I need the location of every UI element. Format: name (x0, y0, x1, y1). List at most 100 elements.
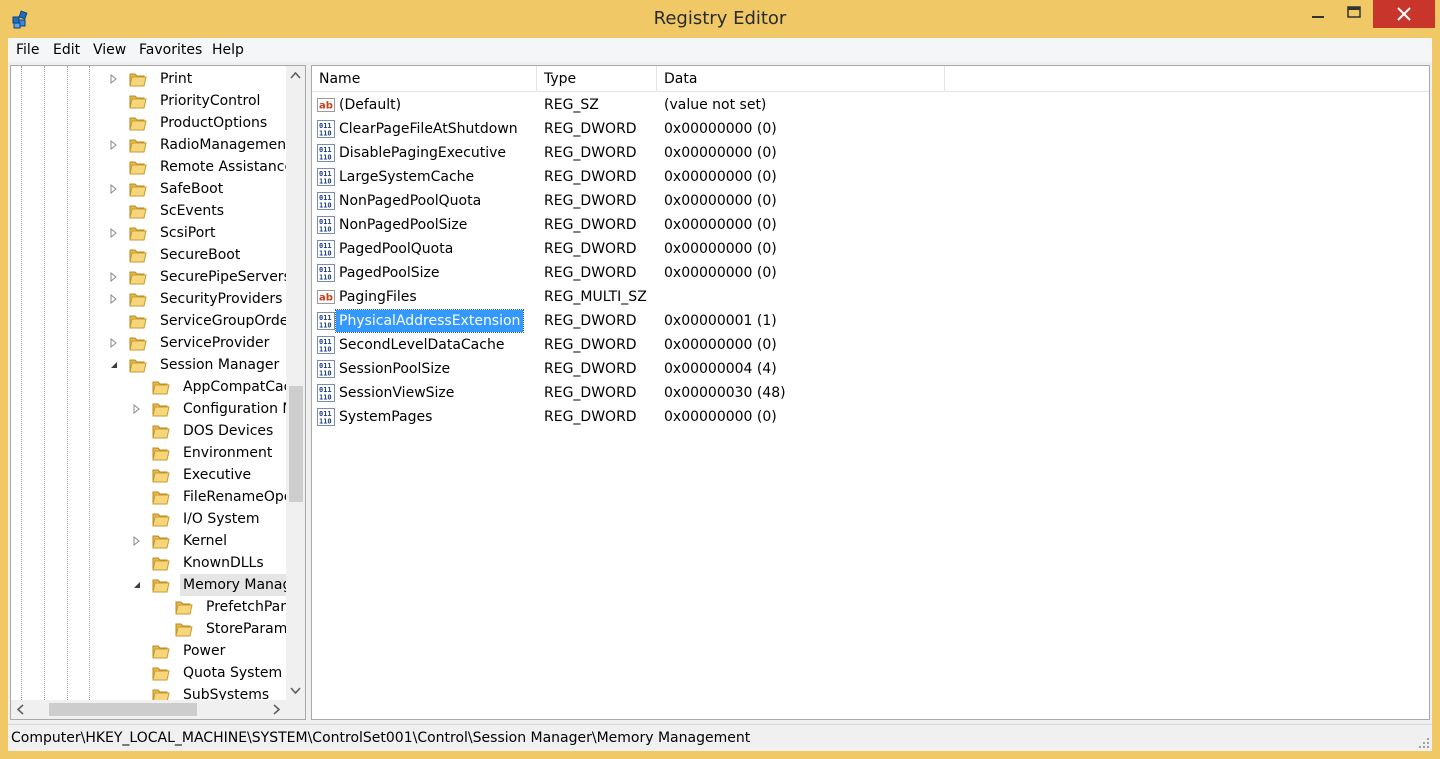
tree-item[interactable]: SafeBoot (11, 178, 286, 200)
folder-icon (152, 645, 170, 659)
value-data: 0x00000000 (0) (664, 193, 777, 209)
close-button[interactable] (1373, 0, 1435, 28)
tree-vertical-scroll-thumb[interactable] (289, 386, 303, 502)
list-item[interactable]: 011 110 ClearPageFileAtShutdown REG_DWORD 0x… (312, 117, 1429, 141)
tree-item[interactable]: Power (11, 640, 286, 662)
tree-item-label: ScEvents (160, 203, 224, 219)
collapsed-arrow-icon[interactable] (109, 272, 119, 282)
scroll-up-icon[interactable] (286, 66, 305, 85)
value-name: LargeSystemCache (339, 169, 475, 185)
column-header-data[interactable]: Data (657, 66, 945, 92)
list-item[interactable]: 011 110 DisablePagingExecutive REG_DWORD 0x0… (312, 141, 1429, 165)
tree-item[interactable]: ProductOptions (11, 112, 286, 134)
list-item[interactable]: 011 110 SessionPoolSize REG_DWORD 0x00000004… (312, 357, 1429, 381)
list-item[interactable]: ab (Default) REG_SZ (value not set) (312, 93, 1429, 117)
list-item[interactable]: 011 110 PagedPoolQuota REG_DWORD 0x00000000 … (312, 237, 1429, 261)
minimize-button[interactable] (1301, 0, 1335, 28)
value-data: 0x00000030 (48) (664, 385, 786, 401)
status-path: Computer\HKEY_LOCAL_MACHINE\SYSTEM\Contr… (11, 730, 751, 746)
tree-vertical-scrollbar[interactable] (286, 66, 305, 700)
key-tree-pane[interactable]: Print PriorityControl ProductOptions RadioM… (10, 65, 306, 720)
tree-item[interactable]: ScsiPort (11, 222, 286, 244)
list-item[interactable]: 011 110 LargeSystemCache REG_DWORD 0x0000000… (312, 165, 1429, 189)
menu-view[interactable]: View (93, 38, 126, 63)
tree-horizontal-scrollbar[interactable] (11, 700, 286, 719)
tree-item[interactable]: KnownDLLs (11, 552, 286, 574)
tree-item[interactable]: Session Manager (11, 354, 286, 376)
tree-item[interactable]: AppCompatCache (11, 376, 286, 398)
tree-item[interactable]: StoreParameters (11, 618, 286, 640)
tree-item[interactable]: I/O System (11, 508, 286, 530)
column-header-type[interactable]: Type (537, 66, 657, 92)
tree-item[interactable]: Remote Assistance (11, 156, 286, 178)
list-item[interactable]: 011 110 SessionViewSize REG_DWORD 0x00000030… (312, 381, 1429, 405)
value-data: (value not set) (664, 97, 767, 113)
list-item[interactable]: 011 110 SystemPages REG_DWORD 0x00000000 (0) (312, 405, 1429, 429)
folder-icon (129, 293, 147, 307)
list-item[interactable]: 011 110 NonPagedPoolSize REG_DWORD 0x0000000… (312, 213, 1429, 237)
list-item[interactable]: 011 110 SecondLevelDataCache REG_DWORD 0x000… (312, 333, 1429, 357)
collapsed-arrow-icon[interactable] (109, 338, 119, 348)
folder-icon (152, 403, 170, 417)
collapsed-arrow-icon[interactable] (109, 294, 119, 304)
tree-item[interactable]: Configuration Manager (11, 398, 286, 420)
collapsed-arrow-icon[interactable] (109, 228, 119, 238)
tree-item-label: Memory Management (180, 574, 286, 596)
scroll-down-icon[interactable] (286, 681, 305, 700)
tree-item[interactable]: RadioManagement (11, 134, 286, 156)
menu-file[interactable]: File (16, 38, 39, 63)
tree-item[interactable]: ServiceGroupOrder (11, 310, 286, 332)
tree-horizontal-scroll-thumb[interactable] (49, 703, 197, 716)
tree-item[interactable]: ScEvents (11, 200, 286, 222)
svg-text:ab: ab (319, 293, 333, 304)
tree-item-label: KnownDLLs (183, 555, 264, 571)
binary-value-icon: 011110 (317, 312, 335, 330)
tree-item[interactable]: DOS Devices (11, 420, 286, 442)
list-item[interactable]: ab PagingFiles REG_MULTI_SZ (312, 285, 1429, 309)
collapsed-arrow-icon[interactable] (109, 184, 119, 194)
tree-item[interactable]: PriorityControl (11, 90, 286, 112)
value-type: REG_DWORD (544, 169, 637, 185)
folder-icon (175, 601, 193, 615)
tree-item-label: Remote Assistance (160, 159, 286, 175)
folder-icon (152, 557, 170, 571)
values-list-pane[interactable]: Name Type Data ab (Default) REG_SZ (value n… (311, 65, 1430, 720)
tree-item[interactable]: ServiceProvider (11, 332, 286, 354)
tree-item[interactable]: Executive (11, 464, 286, 486)
expanded-arrow-icon[interactable] (109, 360, 119, 370)
collapsed-arrow-icon[interactable] (132, 536, 142, 546)
collapsed-arrow-icon[interactable] (109, 140, 119, 150)
tree-item-label: Power (183, 643, 226, 659)
maximize-button[interactable] (1337, 0, 1371, 28)
expanded-arrow-icon[interactable] (132, 580, 142, 590)
scroll-left-icon[interactable] (11, 700, 30, 719)
menu-favorites[interactable]: Favorites (139, 38, 202, 63)
list-item[interactable]: 011 110 PagedPoolSize REG_DWORD 0x00000000 (… (312, 261, 1429, 285)
tree-item[interactable]: Memory Management (11, 574, 286, 596)
collapsed-arrow-icon[interactable] (132, 404, 142, 414)
tree-item[interactable]: Kernel (11, 530, 286, 552)
folder-icon (129, 315, 147, 329)
tree-item[interactable]: Quota System (11, 662, 286, 684)
value-data: 0x00000000 (0) (664, 265, 777, 281)
tree-item[interactable]: FileRenameOperations (11, 486, 286, 508)
tree-item[interactable]: SecureBoot (11, 244, 286, 266)
tree-item[interactable]: Print (11, 68, 286, 90)
tree-item[interactable]: SecurePipeServers (11, 266, 286, 288)
menu-edit[interactable]: Edit (53, 38, 80, 63)
tree-item-label: StoreParameters (206, 621, 286, 637)
key-tree[interactable]: Print PriorityControl ProductOptions RadioM… (11, 66, 286, 700)
tree-item[interactable]: SubSystems (11, 684, 286, 700)
tree-item-label: Kernel (183, 533, 227, 549)
scroll-right-icon[interactable] (267, 700, 286, 719)
list-item[interactable]: 011 110 NonPagedPoolQuota REG_DWORD 0x000000… (312, 189, 1429, 213)
tree-item[interactable]: SecurityProviders (11, 288, 286, 310)
tree-item[interactable]: Environment (11, 442, 286, 464)
menu-help[interactable]: Help (212, 38, 244, 63)
window-title: Registry Editor (653, 8, 787, 29)
resize-grip-icon[interactable] (1418, 737, 1430, 749)
list-item[interactable]: 011 110 PhysicalAddressExtension REG_DWORD 0… (312, 309, 1429, 333)
collapsed-arrow-icon[interactable] (109, 74, 119, 84)
column-header-name[interactable]: Name (312, 66, 537, 92)
tree-item[interactable]: PrefetchParameters (11, 596, 286, 618)
